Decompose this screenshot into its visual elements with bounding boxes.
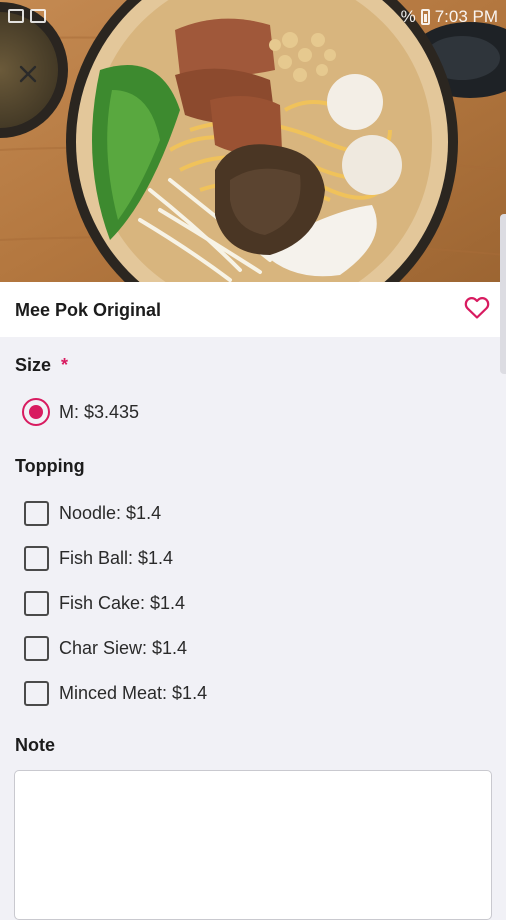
topping-option-label: Fish Ball: $1.4 — [59, 548, 174, 568]
note-input[interactable] — [14, 770, 492, 920]
product-header: Mee Pok Original — [0, 282, 500, 337]
clock: 7:03 PM — [434, 7, 498, 26]
topping-checkbox[interactable] — [24, 636, 49, 661]
topping-option-fish-cake[interactable]: Fish Cake: $1.4 — [24, 591, 185, 616]
favorite-button[interactable] — [464, 296, 492, 322]
size-option-label: M: $3.435 — [59, 401, 140, 422]
required-marker: * — [61, 355, 69, 375]
size-section-title: Size * — [15, 355, 68, 376]
close-button[interactable] — [10, 56, 46, 92]
topping-option-fish-ball[interactable]: Fish Ball: $1.4 — [24, 546, 173, 571]
topping-section-title: Topping — [15, 456, 85, 476]
topping-checkbox[interactable] — [24, 681, 49, 706]
topping-option-label: Fish Cake: $1.4 — [59, 593, 186, 613]
status-bar: % 7:03 PM — [0, 0, 506, 34]
topping-option-label: Minced Meat: $1.4 — [59, 683, 208, 703]
size-radio-selected[interactable] — [22, 398, 50, 426]
topping-checkbox[interactable] — [24, 546, 49, 571]
battery-icon — [420, 9, 430, 25]
download-notification-icon — [30, 9, 46, 23]
note-section-title: Note — [15, 735, 55, 755]
noodle-bowl-photo — [0, 0, 506, 282]
size-title: Size — [15, 355, 52, 375]
gallery-notification-icon — [8, 9, 24, 23]
edge-panel-handle[interactable] — [500, 214, 506, 374]
topping-option-label: Char Siew: $1.4 — [59, 638, 188, 658]
close-icon — [19, 65, 37, 83]
topping-checkbox[interactable] — [24, 501, 49, 526]
topping-option-char-siew[interactable]: Char Siew: $1.4 — [24, 636, 187, 661]
topping-option-label: Noodle: $1.4 — [59, 503, 162, 523]
product-image: % 7:03 PM — [0, 0, 506, 282]
heart-outline-icon — [464, 297, 490, 319]
battery-percent: % — [400, 7, 416, 26]
topping-option-noodle[interactable]: Noodle: $1.4 — [24, 501, 161, 526]
topping-checkbox[interactable] — [24, 591, 49, 616]
topping-option-minced-meat[interactable]: Minced Meat: $1.4 — [24, 681, 207, 706]
product-name: Mee Pok Original — [15, 300, 162, 320]
size-option-m[interactable]: M: $3.435 — [22, 398, 139, 426]
